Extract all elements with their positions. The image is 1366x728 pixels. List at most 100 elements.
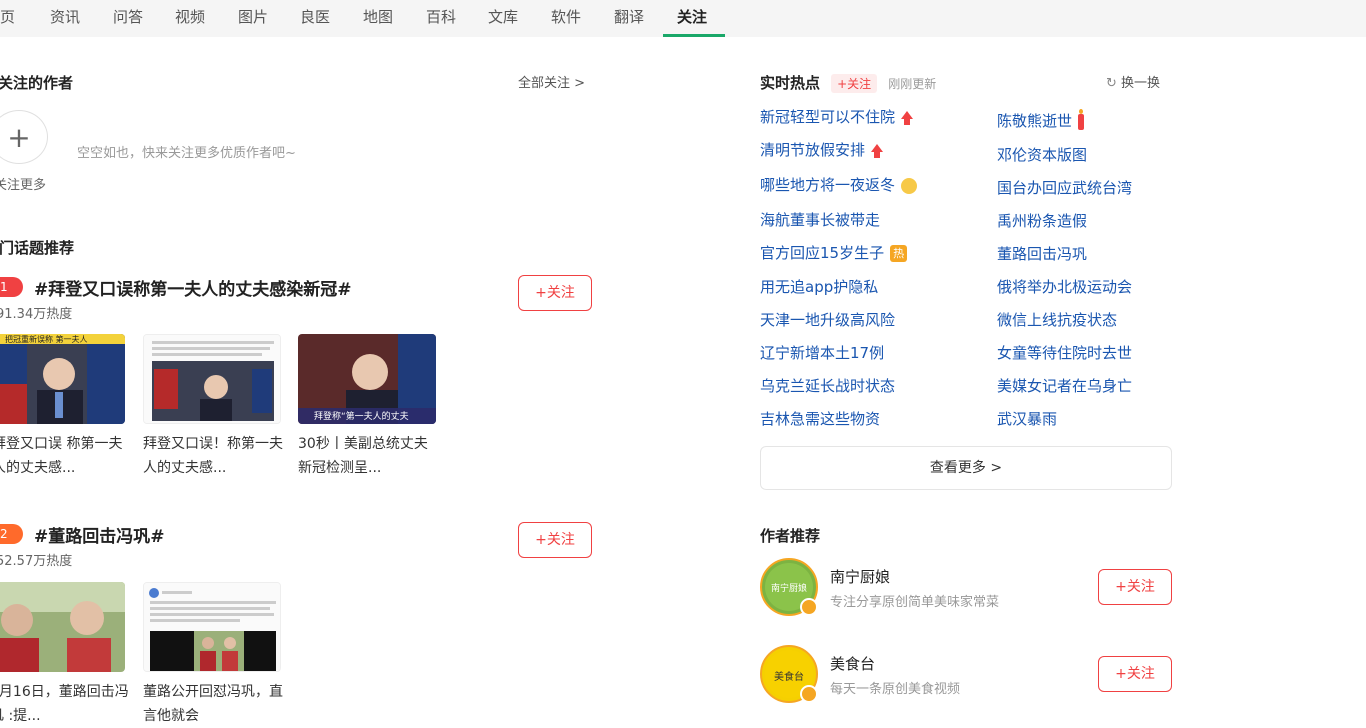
hot-item-text: 董路回击冯巩 — [997, 245, 1088, 263]
active-tab-underline — [663, 34, 725, 37]
hot-item[interactable]: 董路回击冯巩 — [997, 243, 1087, 264]
hot-item-text: 俄将举办北极运动会 — [997, 278, 1133, 296]
topic-thumbnail[interactable]: 把冠重新误称 第一夫人 — [0, 334, 125, 424]
nav-item-doctor[interactable]: 良医 — [300, 0, 330, 37]
refresh-label: 换一换 — [1121, 76, 1161, 91]
top-nav: 页 资讯 问答 视频 图片 良医 地图 百科 文库 软件 翻译 关注 — [0, 0, 1366, 37]
topic-follow-button[interactable]: +关注 — [518, 275, 592, 311]
topic-follow-button[interactable]: +关注 — [518, 522, 592, 558]
hot-item[interactable]: 吉林急需这些物资 — [760, 408, 880, 429]
author-desc: 每天一条原创美食视频 — [830, 682, 961, 697]
topic-heat: 52.57万热度 — [0, 554, 73, 569]
hot-item-text: 邓伦资本版图 — [997, 146, 1088, 164]
topic-heat: 91.34万热度 — [0, 307, 73, 322]
topic-thumbnail[interactable] — [0, 582, 125, 672]
authors-title: 作者推荐 — [760, 527, 821, 545]
rank-badge: 2 — [0, 524, 23, 544]
author-desc: 专注分享原创简单美味家常菜 — [830, 595, 1000, 610]
nav-item-home[interactable]: 页 — [0, 0, 15, 37]
hot-item[interactable]: 用无追app护隐私 — [760, 276, 878, 297]
hot-item-text: 海航董事长被带走 — [760, 211, 881, 229]
nav-item-baike[interactable]: 百科 — [426, 0, 456, 37]
author-follow-button[interactable]: +关注 — [1098, 569, 1172, 605]
thumb-caption[interactable]: 董路公开回怼冯巩，直言他就会 — [143, 680, 283, 728]
hot-item[interactable]: 邓伦资本版图 — [997, 144, 1087, 165]
hot-topics-title: 门话题推荐 — [0, 239, 75, 257]
emoji-icon — [901, 177, 918, 194]
thumb-caption[interactable]: 4月16日，董路回击冯巩 :提... — [0, 680, 130, 728]
realtime-follow-button[interactable]: +关注 — [831, 74, 878, 93]
hot-item-text: 微信上线抗疫状态 — [997, 311, 1118, 329]
realtime-title: 实时热点 — [760, 74, 821, 92]
thumb-caption[interactable]: 30秒丨美副总统丈夫新冠检测呈... — [298, 432, 438, 480]
hot-item[interactable]: 微信上线抗疫状态 — [997, 309, 1117, 330]
hot-item[interactable]: 乌克兰延长战时状态 — [760, 375, 895, 396]
nav-item-map[interactable]: 地图 — [363, 0, 393, 37]
hot-item-text: 乌克兰延长战时状态 — [760, 377, 896, 395]
nav-item-images[interactable]: 图片 — [238, 0, 268, 37]
hot-item-text: 国台办回应武统台湾 — [997, 179, 1133, 197]
view-more-button[interactable]: 查看更多 > — [760, 446, 1172, 490]
hot-item-text: 清明节放假安排 — [760, 141, 866, 159]
nav-item-translate[interactable]: 翻译 — [614, 0, 644, 37]
hot-item[interactable]: 海航董事长被带走 — [760, 209, 880, 230]
hot-item-text: 天津一地升级高风险 — [760, 311, 896, 329]
thumb-caption[interactable]: 拜登又口误！称第一夫人的丈夫感... — [143, 432, 283, 480]
hot-item[interactable]: 陈敬熊逝世 — [997, 108, 1085, 131]
hot-item[interactable]: 官方回应15岁生子热 — [760, 242, 908, 263]
hot-item[interactable]: 新冠轻型可以不住院 — [760, 106, 914, 127]
candle-icon — [1078, 108, 1085, 130]
nav-item-video[interactable]: 视频 — [175, 0, 205, 37]
hot-item[interactable]: 美媒女记者在乌身亡 — [997, 375, 1132, 396]
hot-item-text: 新冠轻型可以不住院 — [760, 108, 896, 126]
thumb-overlay-text: 拜登称“第一夫人的丈夫 — [314, 410, 409, 422]
trending-up-icon — [871, 143, 884, 158]
hot-item-text: 武汉暴雨 — [997, 410, 1058, 428]
follow-more-link[interactable]: 关注更多 — [0, 174, 46, 193]
empty-tip: 空空如也，快来关注更多优质作者吧~ — [77, 146, 296, 161]
topic-thumbnail[interactable] — [143, 334, 281, 424]
hot-item[interactable]: 天津一地升级高风险 — [760, 309, 895, 330]
nav-item-follow[interactable]: 关注 — [677, 0, 707, 37]
hot-item-text: 官方回应15岁生子 — [760, 244, 885, 262]
refresh-button[interactable]: ↻ 换一换 — [1106, 72, 1160, 91]
hot-item[interactable]: 国台办回应武统台湾 — [997, 177, 1132, 198]
nav-item-qa[interactable]: 问答 — [113, 0, 143, 37]
view-all-following-link[interactable]: 全部关注 > — [518, 72, 585, 91]
nav-item-library[interactable]: 文库 — [488, 0, 518, 37]
hot-item[interactable]: 辽宁新增本土17例 — [760, 342, 884, 363]
nav-item-news[interactable]: 资讯 — [50, 0, 80, 37]
hot-item[interactable]: 女童等待住院时去世 — [997, 342, 1132, 363]
topic-title[interactable]: #拜登又口误称第一夫人的丈夫感染新冠# — [34, 275, 352, 300]
hot-item-text: 哪些地方将一夜返冬 — [760, 176, 896, 194]
hot-item[interactable]: 武汉暴雨 — [997, 408, 1057, 429]
hot-item-text: 女童等待住院时去世 — [997, 344, 1133, 362]
author-logo-text: 美食台 — [774, 670, 804, 683]
rank-badge: 1 — [0, 277, 23, 297]
topic-title[interactable]: #董路回击冯巩# — [34, 522, 165, 547]
add-author-button[interactable]: + — [0, 110, 48, 164]
hot-item[interactable]: 禹州粉条造假 — [997, 210, 1087, 231]
hot-item-text: 禹州粉条造假 — [997, 212, 1088, 230]
hot-item-text: 辽宁新增本土17例 — [760, 344, 885, 362]
hot-item[interactable]: 清明节放假安排 — [760, 139, 884, 160]
hot-item[interactable]: 俄将举办北极运动会 — [997, 276, 1132, 297]
hot-item-text: 用无追app护隐私 — [760, 278, 879, 296]
verified-badge-icon — [800, 685, 818, 703]
author-logo-text: 南宁厨娘 — [771, 582, 807, 594]
thumb-caption[interactable]: 拜登又口误 称第一夫人的丈夫感... — [0, 432, 132, 480]
following-title: 关注的作者 — [0, 74, 74, 92]
hot-item[interactable]: 哪些地方将一夜返冬 — [760, 174, 918, 195]
refresh-icon: ↻ — [1106, 76, 1117, 91]
author-name[interactable]: 南宁厨娘 — [830, 566, 890, 587]
author-name[interactable]: 美食台 — [830, 653, 875, 674]
trending-up-icon — [901, 110, 914, 125]
author-follow-button[interactable]: +关注 — [1098, 656, 1172, 692]
hot-badge-icon: 热 — [890, 245, 908, 262]
hot-item-text: 美媒女记者在乌身亡 — [997, 377, 1133, 395]
topic-thumbnail[interactable] — [143, 582, 281, 672]
thumb-overlay-text: 把冠重新误称 第一夫人 — [5, 334, 88, 344]
topic-thumbnail[interactable]: 拜登称“第一夫人的丈夫 — [298, 334, 436, 424]
nav-item-software[interactable]: 软件 — [551, 0, 581, 37]
verified-badge-icon — [800, 598, 818, 616]
